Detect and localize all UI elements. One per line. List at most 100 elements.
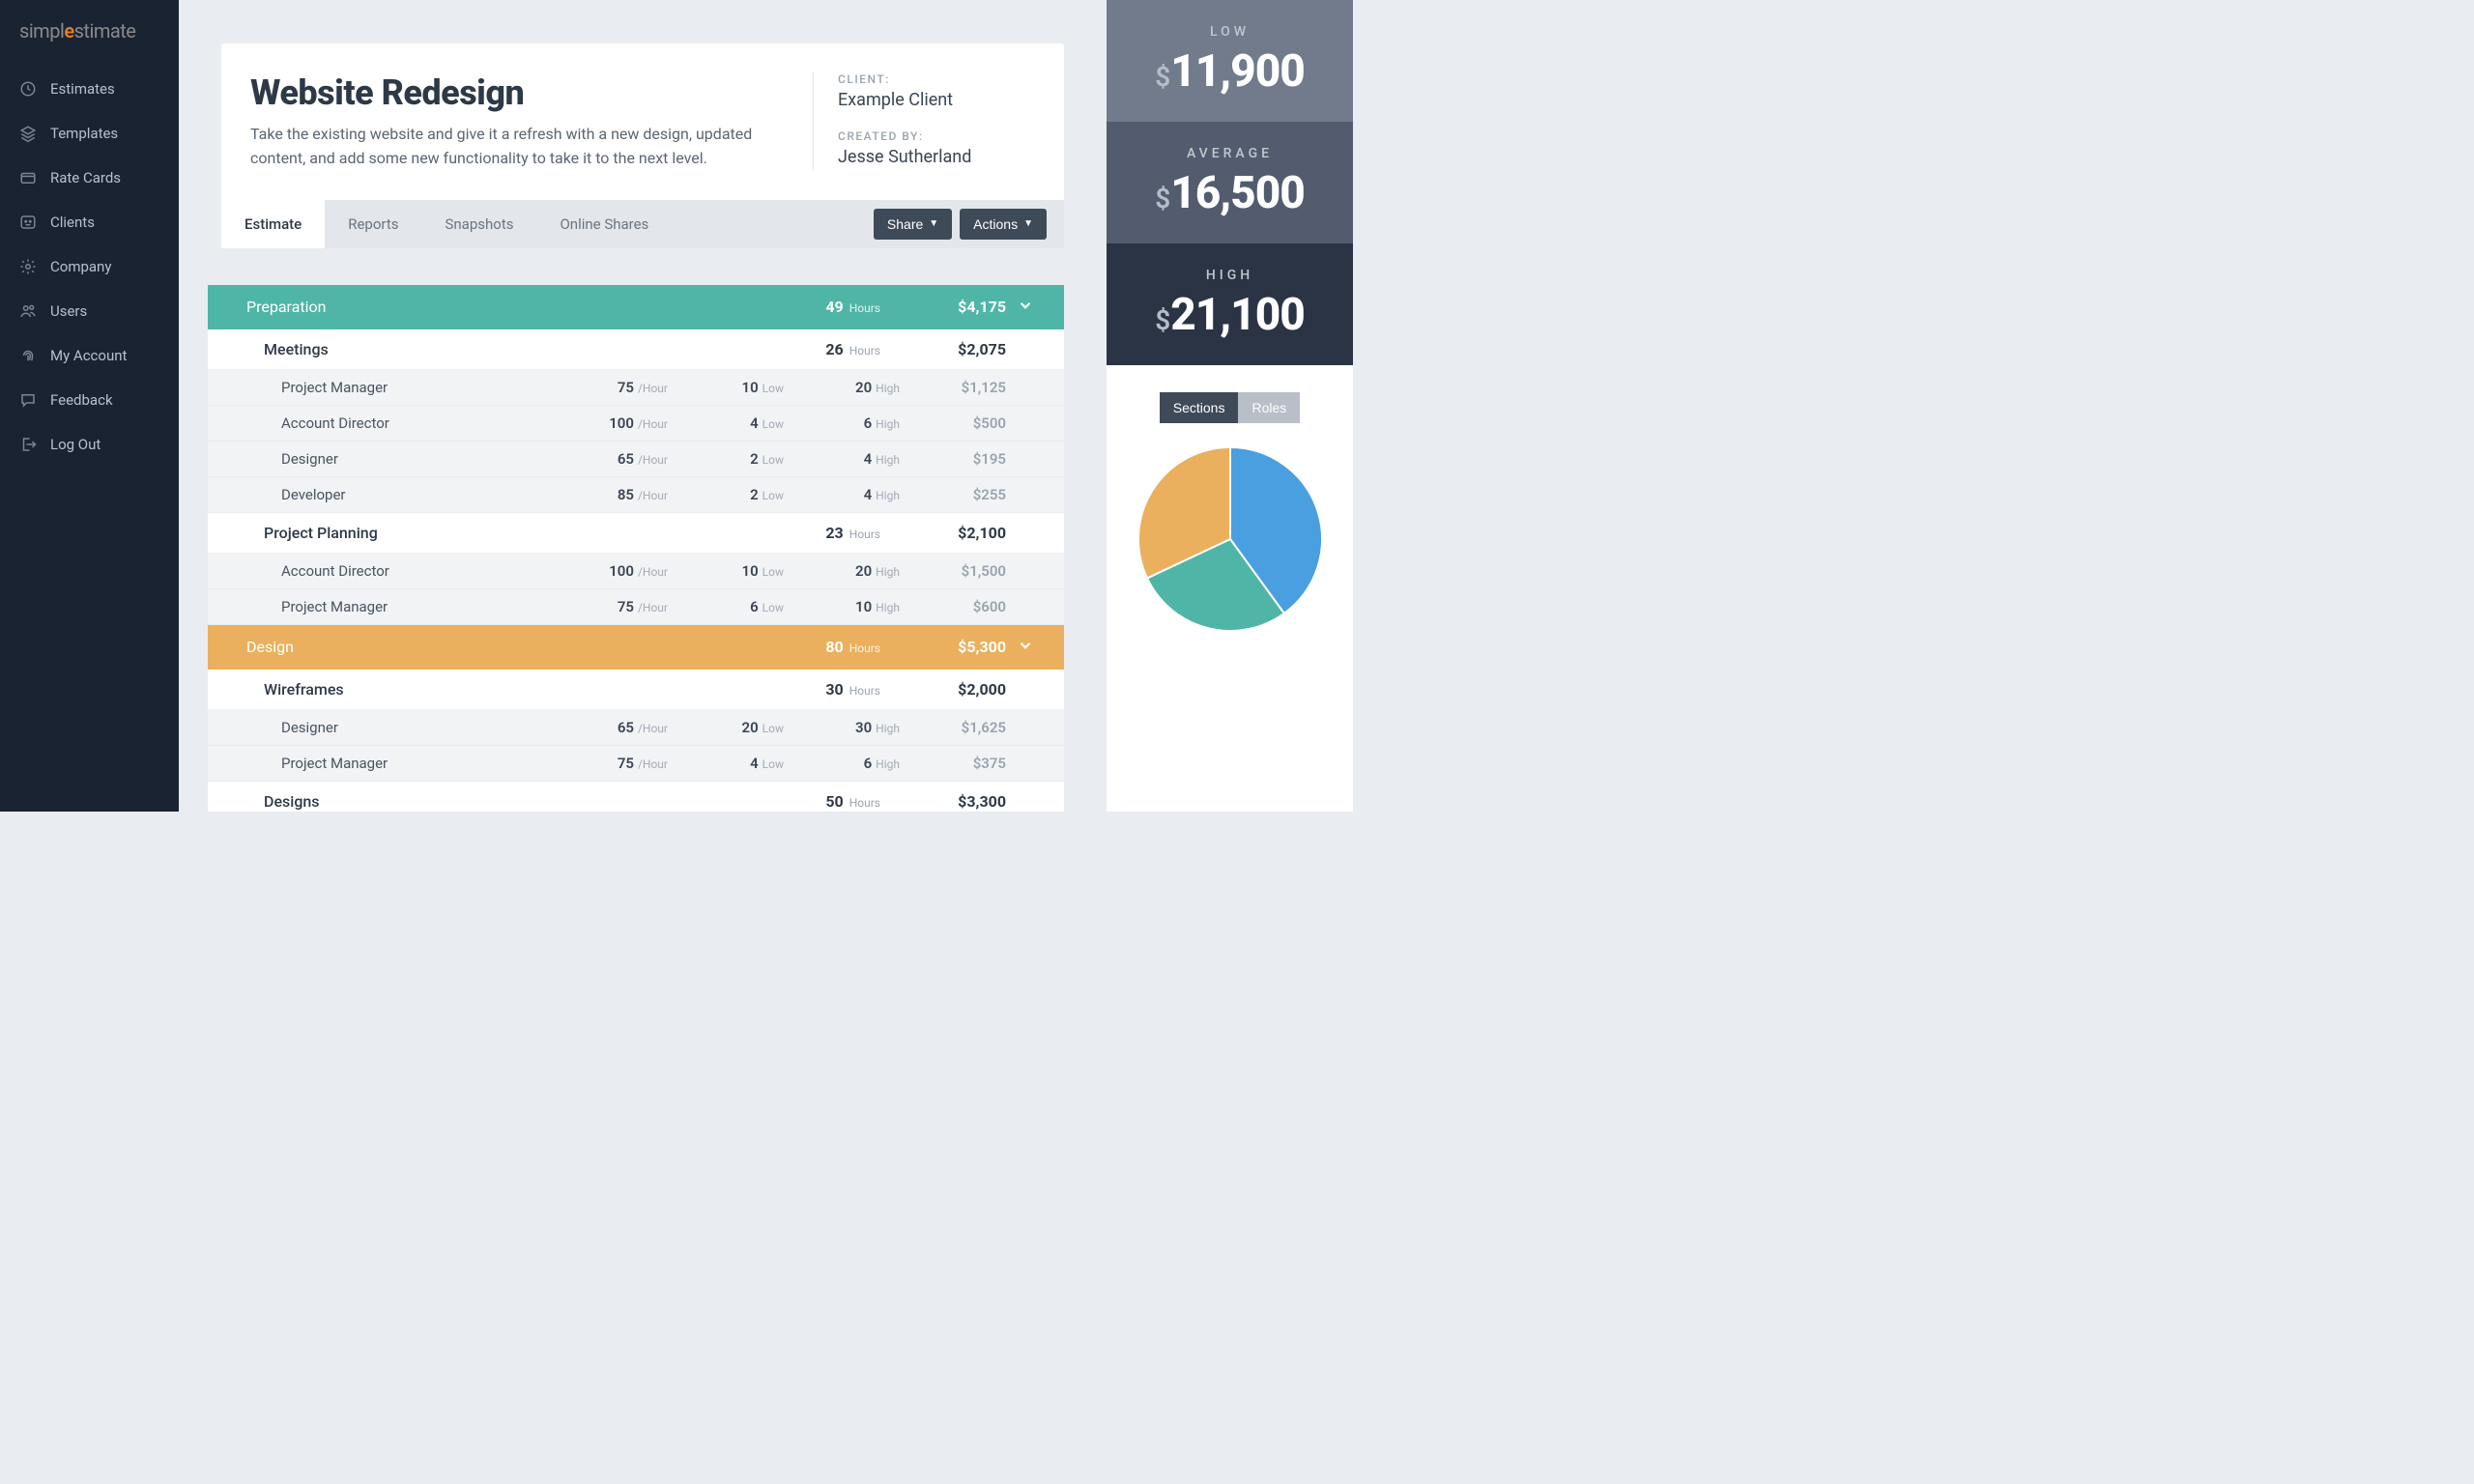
clock-icon [19,80,37,98]
tabs-row: Estimate Reports Snapshots Online Shares… [221,200,1064,248]
role-rate: 75/Hour [552,755,668,772]
card-header: Website Redesign Take the existing websi… [221,43,1064,200]
role-amount: $1,500 [900,562,1006,580]
role-name: Developer [281,486,552,503]
role-amount: $600 [900,598,1006,615]
role-low: 4Low [668,414,784,432]
role-amount: $375 [900,755,1006,772]
role-high: 30High [784,719,900,736]
nav-templates[interactable]: Templates [0,111,179,156]
section-name: Preparation [246,298,774,316]
createdby-value: Jesse Sutherland [838,147,1025,167]
smile-icon [19,214,37,231]
main-content: Website Redesign Take the existing websi… [179,0,1107,812]
toggle-sections[interactable]: Sections [1160,392,1239,423]
role-rate: 65/Hour [552,450,668,468]
client-value: Example Client [838,90,1025,110]
chevron-down-icon [1006,637,1045,658]
stat-low: LOW $11,900 [1107,0,1353,122]
nav-company[interactable]: Company [0,244,179,289]
role-amount: $500 [900,414,1006,432]
stat-high-label: HIGH [1126,268,1334,283]
section-amount: $4,175 [880,298,1006,316]
nav-label: Templates [50,125,118,142]
group-name: Designs [264,792,774,811]
role-rate: 100/Hour [552,414,668,432]
nav-feedback[interactable]: Feedback [0,378,179,422]
estimate-card: Website Redesign Take the existing websi… [221,43,1064,248]
role-row[interactable]: Project Manager75/Hour6Low10High$600 [208,589,1064,625]
section-header[interactable]: Preparation49 Hours$4,175 [208,285,1064,329]
logout-icon [19,436,37,453]
group-hours: 50 Hours [774,792,880,811]
nav-label: Clients [50,214,95,231]
section-header[interactable]: Design80 Hours$5,300 [208,625,1064,670]
role-name: Project Manager [281,755,552,772]
stat-high-value: 21,100 [1170,289,1305,341]
nav-clients[interactable]: Clients [0,200,179,244]
role-name: Designer [281,719,552,736]
role-row[interactable]: Developer85/Hour2Low4High$255 [208,477,1064,513]
group-amount: $2,000 [880,680,1006,699]
role-row[interactable]: Designer65/Hour20Low30High$1,625 [208,710,1064,746]
fingerprint-icon [19,347,37,364]
stat-low-value: 11,900 [1170,45,1305,98]
toggle-roles[interactable]: Roles [1238,392,1300,423]
tab-estimate[interactable]: Estimate [221,200,325,248]
nav-my-account[interactable]: My Account [0,333,179,378]
group-header[interactable]: Project Planning23 Hours$2,100 [208,513,1064,554]
caret-down-icon: ▼ [1023,218,1033,229]
stat-average: AVERAGE $16,500 [1107,122,1353,243]
caret-down-icon: ▼ [929,218,938,229]
role-low: 4Low [668,755,784,772]
role-row[interactable]: Designer65/Hour2Low4High$195 [208,442,1064,477]
group-header[interactable]: Meetings26 Hours$2,075 [208,329,1064,370]
role-high: 4High [784,486,900,503]
role-amount: $1,125 [900,379,1006,396]
pie-chart [1107,442,1353,636]
role-low: 20Low [668,719,784,736]
role-amount: $255 [900,486,1006,503]
role-high: 6High [784,414,900,432]
role-amount: $195 [900,450,1006,468]
chart-toggle: Sections Roles [1107,392,1353,423]
role-name: Account Director [281,562,552,580]
role-high: 10High [784,598,900,615]
role-row[interactable]: Project Manager75/Hour10Low20High$1,125 [208,370,1064,406]
section-hours: 80 Hours [774,638,880,656]
nav-log-out[interactable]: Log Out [0,422,179,467]
nav-label: Log Out [50,436,101,453]
role-low: 6Low [668,598,784,615]
section-amount: $5,300 [880,638,1006,656]
tab-snapshots[interactable]: Snapshots [421,200,536,248]
nav-users[interactable]: Users [0,289,179,333]
group-header[interactable]: Designs50 Hours$3,300 [208,782,1064,812]
role-row[interactable]: Account Director100/Hour10Low20High$1,50… [208,554,1064,589]
role-row[interactable]: Project Manager75/Hour4Low6High$375 [208,746,1064,782]
client-label: CLIENT: [838,72,1025,86]
nav-label: Estimates [50,80,115,98]
nav-estimates[interactable]: Estimates [0,67,179,111]
role-low: 10Low [668,379,784,396]
tab-reports[interactable]: Reports [325,200,421,248]
role-row[interactable]: Account Director100/Hour4Low6High$500 [208,406,1064,442]
layers-icon [19,125,37,142]
share-button[interactable]: Share▼ [874,209,952,240]
section-name: Design [246,638,774,656]
estimate-table: Preparation49 Hours$4,175Meetings26 Hour… [208,285,1064,812]
tab-online-shares[interactable]: Online Shares [536,200,672,248]
summary-panel: LOW $11,900 AVERAGE $16,500 HIGH $21,100… [1107,0,1353,812]
role-low: 2Low [668,486,784,503]
group-amount: $2,075 [880,340,1006,358]
nav-label: Company [50,258,111,275]
role-low: 10Low [668,562,784,580]
nav-label: Feedback [50,391,113,409]
group-header[interactable]: Wireframes30 Hours$2,000 [208,670,1064,710]
actions-button[interactable]: Actions▼ [960,209,1047,240]
group-name: Wireframes [264,680,774,699]
role-high: 20High [784,562,900,580]
role-name: Project Manager [281,598,552,615]
role-rate: 85/Hour [552,486,668,503]
nav-rate-cards[interactable]: Rate Cards [0,156,179,200]
role-rate: 75/Hour [552,379,668,396]
